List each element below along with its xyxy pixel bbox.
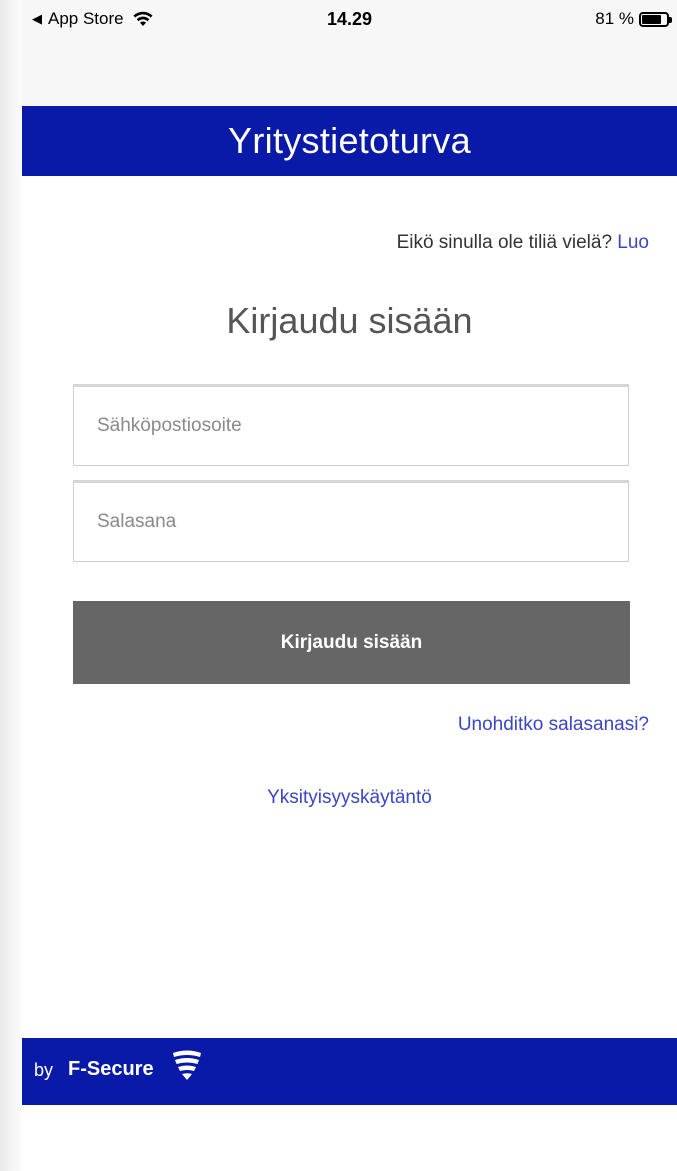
login-heading: Kirjaudu sisään bbox=[226, 300, 473, 341]
signup-prompt: Eikö sinulla ole tiliä vielä? Luo bbox=[397, 232, 649, 254]
footer: by F-Secure bbox=[22, 1038, 677, 1105]
app-header: Yritystietoturva bbox=[22, 106, 677, 176]
privacy-policy-link[interactable]: Yksityisyyskäytäntö bbox=[22, 787, 677, 809]
battery-status: 81 % bbox=[595, 9, 672, 29]
create-account-link[interactable]: Luo bbox=[617, 232, 649, 253]
clock: 14.29 bbox=[326, 9, 373, 29]
battery-fill bbox=[642, 14, 661, 24]
login-button[interactable]: Kirjaudu sisään bbox=[73, 601, 630, 684]
email-input[interactable] bbox=[74, 387, 628, 465]
app-title: Yritystietoturva bbox=[228, 120, 471, 161]
app-screen: ◀ App Store 14.29 81 % Yritystietoturva … bbox=[22, 0, 677, 1171]
status-bar: ◀ App Store 14.29 81 % bbox=[22, 0, 677, 40]
footer-by-text: by bbox=[34, 1060, 54, 1080]
signup-prompt-text: Eikö sinulla ole tiliä vielä? bbox=[396, 232, 613, 253]
f-secure-logo-icon bbox=[173, 1050, 201, 1080]
battery-icon bbox=[639, 11, 672, 27]
f-secure-brand: F-Secure bbox=[68, 1058, 154, 1080]
password-field[interactable] bbox=[73, 480, 629, 562]
top-spacer bbox=[22, 40, 677, 106]
forgot-password-link[interactable]: Unohditko salasanasi? bbox=[458, 714, 649, 736]
battery-nub bbox=[669, 16, 672, 23]
email-field[interactable] bbox=[73, 384, 629, 466]
password-input[interactable] bbox=[74, 483, 628, 561]
battery-percent: 81 % bbox=[595, 9, 634, 28]
left-edge-shadow bbox=[0, 0, 22, 1171]
